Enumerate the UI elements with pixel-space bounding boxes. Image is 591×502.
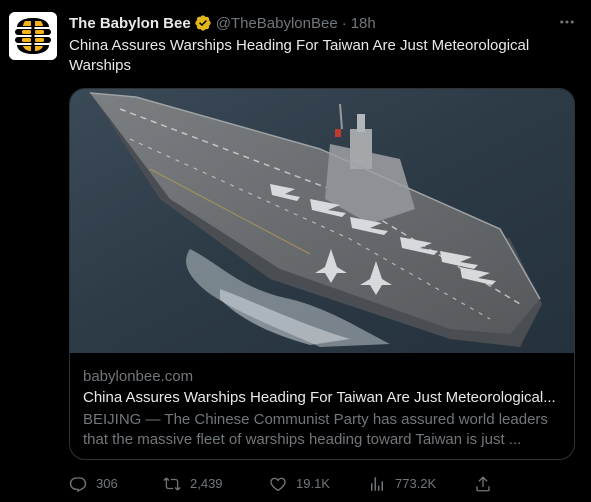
babylon-bee-logo-icon bbox=[9, 12, 57, 60]
separator-dot: · bbox=[341, 14, 347, 32]
reply-button[interactable]: 306 bbox=[69, 474, 118, 494]
more-options-button[interactable] bbox=[557, 12, 577, 32]
more-horizontal-icon bbox=[560, 20, 574, 24]
tweet-actions: 306 2,439 19.1K 773.2K bbox=[69, 474, 499, 494]
aircraft-carrier-photo-icon bbox=[70, 89, 574, 353]
share-icon bbox=[476, 476, 490, 492]
share-button[interactable] bbox=[474, 474, 501, 494]
like-button[interactable]: 19.1K bbox=[269, 474, 330, 494]
repost-count: 2,439 bbox=[190, 476, 223, 491]
card-description: BEIJING — The Chinese Communist Party ha… bbox=[83, 411, 548, 448]
author-name[interactable]: The Babylon Bee bbox=[69, 15, 191, 32]
tweet-text: China Assures Warships Heading For Taiwa… bbox=[69, 37, 530, 74]
tweet-header: The Babylon Bee @TheBabylonBee · 18h bbox=[69, 13, 376, 33]
analytics-icon bbox=[371, 477, 383, 491]
repost-icon bbox=[163, 477, 181, 491]
views-button[interactable]: 773.2K bbox=[368, 474, 436, 494]
reply-icon bbox=[69, 477, 87, 493]
timestamp[interactable]: 18h bbox=[351, 15, 376, 32]
views-count: 773.2K bbox=[395, 476, 437, 491]
reply-count: 306 bbox=[96, 476, 118, 491]
card-title[interactable]: China Assures Warships Heading For Taiwa… bbox=[83, 389, 568, 406]
like-count: 19.1K bbox=[296, 476, 330, 491]
heart-icon bbox=[270, 477, 286, 492]
link-card[interactable]: babylonbee.com China Assures Warships He… bbox=[69, 88, 575, 460]
author-handle[interactable]: @TheBabylonBee bbox=[216, 15, 338, 32]
verified-badge-icon[interactable] bbox=[194, 14, 212, 32]
repost-button[interactable]: 2,439 bbox=[163, 474, 223, 494]
card-image[interactable] bbox=[70, 89, 574, 353]
avatar[interactable] bbox=[9, 12, 57, 60]
card-domain: babylonbee.com bbox=[83, 368, 194, 385]
